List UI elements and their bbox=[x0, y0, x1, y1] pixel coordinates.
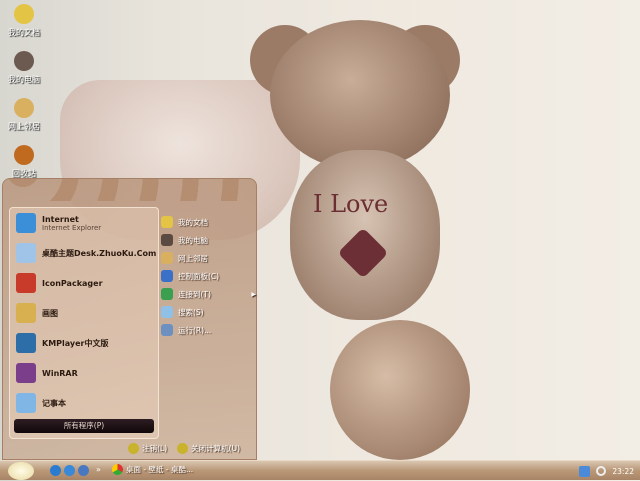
places-item[interactable]: 网上邻居 bbox=[161, 249, 256, 267]
logoff-button[interactable]: 注销(L) bbox=[128, 443, 167, 454]
kmplayer-icon bbox=[16, 333, 36, 353]
places-label: 我的文档 bbox=[178, 217, 208, 227]
shutdown-icon bbox=[177, 443, 189, 454]
desktop-icon-label: 我的电脑 bbox=[8, 75, 40, 84]
logoff-icon bbox=[128, 443, 140, 454]
control-panel-icon bbox=[161, 270, 173, 282]
notepad-icon bbox=[16, 393, 36, 413]
cat-icon bbox=[161, 252, 173, 264]
shutdown-label: 关闭计算机(U) bbox=[191, 444, 240, 453]
desktop-icon[interactable]: 网上邻居 bbox=[0, 98, 48, 132]
taskbar: » 桌面 - 壁纸 - 桌酷... 23:22 bbox=[0, 460, 640, 480]
places-pane: 我的文档我的电脑网上邻居控制面板(C) 连接到(T) ▶ 搜索(S) 运行(R)... bbox=[161, 213, 256, 339]
paint-icon bbox=[16, 303, 36, 323]
iconpackager-icon bbox=[16, 273, 36, 293]
desktop-icon-label: 我的文档 bbox=[8, 28, 40, 37]
program-label: IconPackager bbox=[42, 278, 103, 288]
start-menu: Internet Internet Explorer 桌酷主题Desk.ZhuoKu… bbox=[2, 178, 257, 460]
desktop-icon-label: 网上邻居 bbox=[8, 122, 40, 131]
program-item[interactable]: 桌酷主题Desk.ZhuoKu.Com bbox=[10, 238, 158, 268]
program-sublabel: Internet Explorer bbox=[42, 223, 102, 232]
quick-launch-chevron[interactable]: » bbox=[96, 465, 101, 474]
places-item[interactable]: 控制面板(C) bbox=[161, 267, 256, 285]
winrar-icon bbox=[16, 363, 36, 383]
program-label: 画图 bbox=[42, 308, 58, 318]
program-label: 记事本 bbox=[42, 398, 66, 408]
places-item[interactable]: 运行(R)... bbox=[161, 321, 256, 339]
globe-icon bbox=[161, 288, 173, 300]
bear-icon bbox=[161, 234, 173, 246]
all-programs-button[interactable]: 所有程序(P) bbox=[14, 419, 154, 433]
shutdown-button[interactable]: 关闭计算机(U) bbox=[177, 443, 240, 454]
clock[interactable]: 23:22 bbox=[612, 467, 634, 476]
lion-icon bbox=[161, 216, 173, 228]
places-label: 控制面板(C) bbox=[178, 271, 220, 281]
program-item[interactable]: Internet Internet Explorer bbox=[10, 208, 158, 238]
places-label: 我的电脑 bbox=[178, 235, 208, 245]
volume-icon[interactable] bbox=[596, 466, 607, 476]
program-label: KMPlayer中文版 bbox=[42, 338, 109, 348]
bear-icon bbox=[14, 51, 34, 71]
wallpaper-bear-head bbox=[270, 20, 450, 170]
places-item[interactable]: 搜索(S) bbox=[161, 303, 256, 321]
search-icon bbox=[161, 306, 173, 318]
places-item[interactable]: 我的电脑 bbox=[161, 231, 256, 249]
program-label: 桌酷主题Desk.ZhuoKu.Com bbox=[42, 248, 157, 258]
ie-icon bbox=[16, 213, 36, 233]
task-label: 桌面 - 壁纸 - 桌酷... bbox=[126, 465, 194, 474]
program-item[interactable]: 画图 bbox=[10, 298, 158, 328]
places-label: 网上邻居 bbox=[178, 253, 208, 263]
places-item[interactable]: 我的文档 bbox=[161, 213, 256, 231]
places-label: 搜索(S) bbox=[178, 307, 204, 317]
ie-icon[interactable] bbox=[50, 465, 61, 476]
lion-brown-icon bbox=[14, 145, 34, 165]
lion-icon bbox=[14, 4, 34, 24]
wallpaper-text: I Love bbox=[313, 190, 389, 218]
program-label: Internet bbox=[42, 214, 79, 224]
places-label: 连接到(T) bbox=[178, 289, 211, 299]
zhuoku-icon bbox=[16, 243, 36, 263]
desktop-icon[interactable]: 回收站 bbox=[0, 145, 48, 179]
run-icon bbox=[161, 324, 173, 336]
cat-icon bbox=[14, 98, 34, 118]
network-icon[interactable] bbox=[579, 465, 591, 477]
start-button[interactable] bbox=[8, 462, 34, 480]
places-item[interactable]: 连接到(T) ▶ bbox=[161, 285, 256, 303]
logoff-label: 注销(L) bbox=[142, 444, 168, 453]
submenu-arrow-icon: ▶ bbox=[251, 290, 256, 298]
desktop-icon[interactable]: 我的电脑 bbox=[0, 51, 48, 85]
program-item[interactable]: WinRAR bbox=[10, 358, 158, 388]
chrome-icon bbox=[112, 464, 123, 475]
program-item[interactable]: 记事本 bbox=[10, 388, 158, 418]
programs-pane: Internet Internet Explorer 桌酷主题Desk.ZhuoKu… bbox=[9, 207, 159, 439]
places-label: 运行(R)... bbox=[178, 325, 212, 335]
system-tray: 23:22 bbox=[579, 461, 640, 481]
start-menu-header bbox=[3, 179, 256, 201]
taskbar-task-button[interactable]: 桌面 - 壁纸 - 桌酷... bbox=[112, 464, 193, 475]
media-player-icon[interactable] bbox=[64, 465, 75, 476]
program-label: WinRAR bbox=[42, 368, 78, 378]
desktop-icon[interactable] bbox=[78, 465, 89, 476]
program-item[interactable]: IconPackager bbox=[10, 268, 158, 298]
program-item[interactable]: KMPlayer中文版 bbox=[10, 328, 158, 358]
wallpaper-bear-leg bbox=[330, 320, 470, 460]
desktop-icon[interactable]: 我的文档 bbox=[0, 4, 48, 38]
